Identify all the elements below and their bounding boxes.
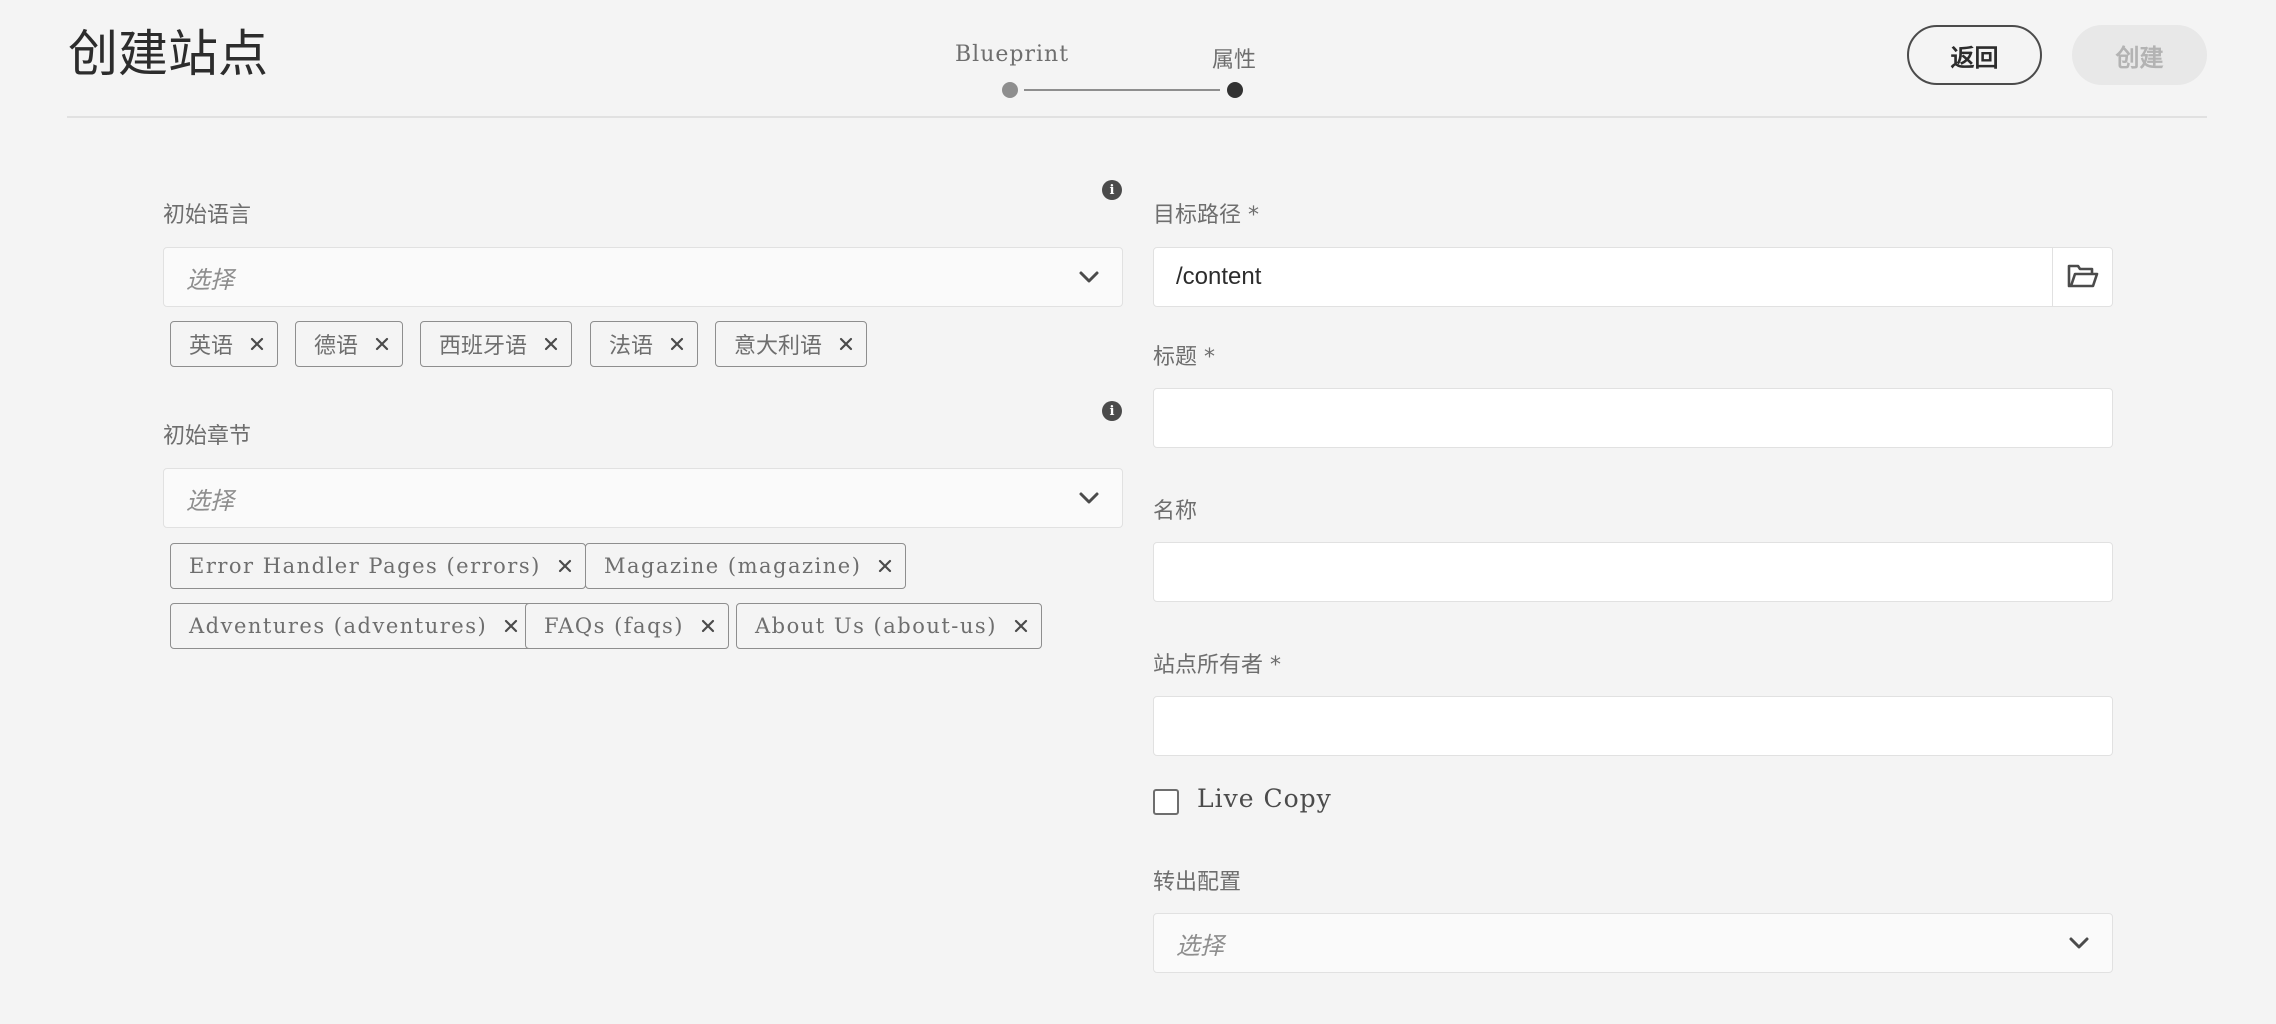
select-placeholder: 选择 [186,265,234,294]
chapter-tag: About Us (about-us) [736,603,1042,649]
tag-label: 法语 [609,334,654,359]
close-icon[interactable] [249,336,265,352]
tag-label: About Us (about-us) [755,614,997,638]
tag-label: FAQs (faqs) [544,614,684,638]
close-icon[interactable] [1013,618,1029,634]
step-properties-label: 属性 [1212,48,1257,73]
name-input[interactable] [1153,542,2113,602]
target-path-input[interactable]: /content [1153,247,2113,307]
step-connector [1024,89,1220,91]
site-owner-input[interactable] [1153,696,2113,756]
create-button[interactable]: 创建 [2072,25,2207,85]
site-owner-label: 站点所有者 * [1153,653,1281,678]
initial-chapters-select[interactable]: 选择 [163,468,1123,528]
rollout-config-label: 转出配置 [1153,870,1242,895]
close-icon[interactable] [669,336,685,352]
tag-label: Error Handler Pages (errors) [189,554,541,578]
close-icon[interactable] [557,558,573,574]
browse-path-button[interactable] [2052,248,2112,306]
step-blueprint-label[interactable]: Blueprint [955,42,1069,67]
tag-label: Magazine (magazine) [604,554,862,578]
close-icon[interactable] [877,558,893,574]
name-label: 名称 [1153,499,1198,524]
close-icon[interactable] [838,336,854,352]
chevron-down-icon [1079,492,1099,504]
chevron-down-icon [1079,271,1099,283]
chapter-tag: Error Handler Pages (errors) [170,543,586,589]
close-icon[interactable] [543,336,559,352]
page-title: 创建站点 [68,25,268,83]
live-copy-checkbox[interactable] [1153,789,1179,815]
wizard-stepper: Blueprint 属性 [955,42,1257,102]
chapter-tag: Adventures (adventures) [170,603,533,649]
tag-label: 意大利语 [734,334,823,359]
close-icon[interactable] [374,336,390,352]
target-path-value: /content [1176,263,1262,290]
step-blueprint-dot[interactable] [1002,82,1018,98]
step-properties-dot [1227,82,1243,98]
close-icon[interactable] [503,618,519,634]
language-tag: 德语 [295,321,404,367]
info-icon[interactable]: i [1102,401,1122,421]
back-button[interactable]: 返回 [1907,25,2042,85]
tag-label: 英语 [189,334,234,359]
tag-label: 西班牙语 [439,334,528,359]
initial-chapters-label: 初始章节 [163,424,252,449]
language-tag: 法语 [590,321,699,367]
title-input[interactable] [1153,388,2113,448]
chapter-tag: Magazine (magazine) [585,543,907,589]
select-placeholder: 选择 [186,486,234,515]
header-divider [67,116,2207,118]
target-path-label: 目标路径 * [1153,203,1259,228]
folder-icon [2067,264,2098,288]
close-icon[interactable] [700,618,716,634]
chevron-down-icon [2069,937,2089,949]
language-tag: 意大利语 [715,321,868,367]
initial-languages-select[interactable]: 选择 [163,247,1123,307]
tag-label: 德语 [314,334,359,359]
rollout-config-select[interactable]: 选择 [1153,913,2113,973]
info-icon[interactable]: i [1102,180,1122,200]
select-placeholder: 选择 [1176,931,1224,960]
language-tag: 西班牙语 [420,321,573,367]
initial-languages-label: 初始语言 [163,203,252,228]
chapter-tag: FAQs (faqs) [525,603,729,649]
language-tag: 英语 [170,321,279,367]
tag-label: Adventures (adventures) [189,614,488,638]
live-copy-label[interactable]: Live Copy [1197,784,1332,813]
title-label: 标题 * [1153,345,1215,370]
